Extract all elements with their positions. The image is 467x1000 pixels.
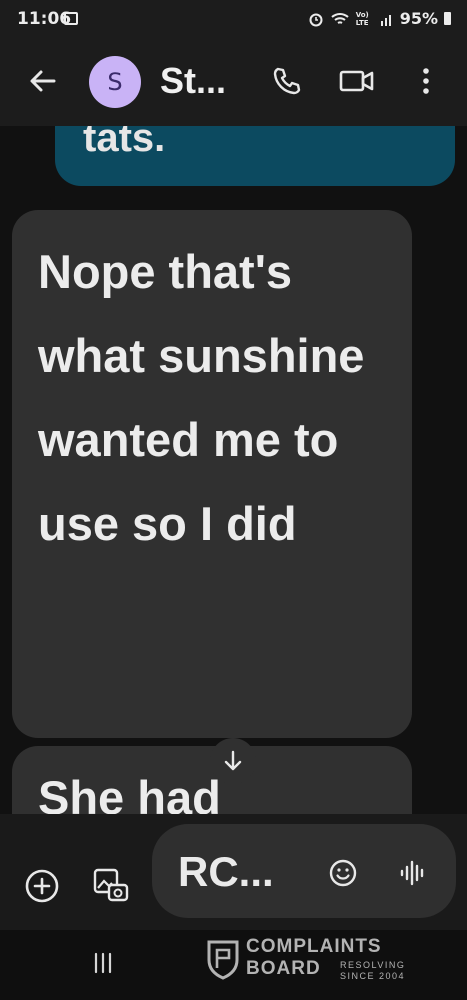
shield-logo-icon bbox=[207, 940, 239, 980]
arrow-down-icon bbox=[224, 750, 242, 771]
watermark-logo: COMPLAINTS BOARD RESOLVING SINCE 2004 bbox=[206, 936, 422, 984]
status-icons: Vo) LTE 95% bbox=[308, 9, 451, 28]
message-text: Nope that's what sunshine wanted me to u… bbox=[38, 245, 365, 550]
phone-icon[interactable] bbox=[270, 64, 304, 98]
watermark-tag1: RESOLVING bbox=[340, 960, 406, 970]
watermark-line1: COMPLAINTS bbox=[246, 936, 382, 957]
battery-icon bbox=[444, 12, 451, 25]
message-list[interactable]: tats. Nope that's what sunshine wanted m… bbox=[0, 126, 467, 814]
image-notification-icon bbox=[64, 12, 78, 25]
signal-icon bbox=[380, 14, 391, 26]
conversation-header: S St... bbox=[0, 42, 467, 126]
network-label: Vo) LTE bbox=[355, 10, 369, 27]
voice-waveform-icon[interactable] bbox=[398, 858, 428, 888]
more-vert-icon[interactable] bbox=[414, 64, 438, 98]
message-bubble-received[interactable]: Nope that's what sunshine wanted me to u… bbox=[12, 210, 412, 738]
contact-avatar[interactable]: S bbox=[89, 56, 141, 108]
message-text: tats. bbox=[83, 126, 166, 160]
wifi-icon bbox=[331, 12, 349, 24]
scroll-to-bottom-button[interactable] bbox=[210, 738, 256, 784]
recent-apps-icon[interactable] bbox=[90, 950, 116, 976]
add-circle-icon[interactable] bbox=[24, 868, 60, 904]
message-input[interactable]: RC... bbox=[152, 824, 456, 918]
alarm-icon bbox=[309, 13, 323, 26]
gallery-camera-icon[interactable] bbox=[92, 866, 130, 904]
video-camera-icon[interactable] bbox=[338, 64, 376, 98]
status-time: 11:06 bbox=[17, 9, 72, 29]
battery-percent: 95% bbox=[399, 9, 438, 28]
message-input-text: RC... bbox=[178, 848, 274, 895]
contact-name[interactable]: St... bbox=[160, 60, 226, 102]
message-text: She had bbox=[38, 771, 221, 814]
emoji-icon[interactable] bbox=[328, 858, 358, 888]
watermark-tag2: SINCE 2004 bbox=[340, 971, 406, 981]
status-bar: 11:06 Vo) LTE 95% bbox=[0, 0, 467, 42]
compose-bar: RC... bbox=[0, 814, 467, 930]
watermark-line2: BOARD bbox=[246, 958, 321, 979]
arrow-left-icon[interactable] bbox=[26, 64, 60, 98]
message-bubble-sent[interactable]: tats. bbox=[55, 126, 455, 186]
